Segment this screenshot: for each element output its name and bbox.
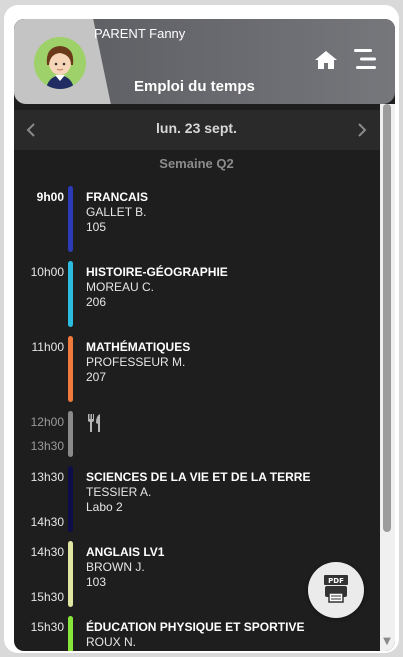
slot-end-time: 13h30 [30, 439, 64, 453]
child-avatar-icon [34, 37, 86, 89]
app-card: PARENT Fanny Emploi du temps lun. 23 sep… [4, 5, 399, 653]
slot-start-time: 9h00 [36, 190, 64, 204]
slot-color-bar [68, 616, 73, 651]
print-icon: PDF [324, 575, 348, 603]
slot-subject: HISTOIRE-GÉOGRAPHIE [86, 265, 228, 279]
lunch-break-slot: 12h00 13h30 [14, 408, 374, 460]
slot-subject: SCIENCES DE LA VIE ET DE LA TERRE [86, 470, 311, 484]
slot-subject: MATHÉMATIQUES [86, 340, 191, 354]
slot-end-time: 15h30 [30, 590, 64, 604]
date-navigation: lun. 23 sept. [14, 110, 395, 150]
slot-start-time: 13h30 [30, 470, 64, 484]
menu-icon [354, 49, 376, 69]
timetable-screen: PARENT Fanny Emploi du temps lun. 23 sep… [14, 19, 395, 651]
slot-subject: ANGLAIS LV1 [86, 545, 165, 559]
schedule-slot[interactable]: 10h00 HISTOIRE-GÉOGRAPHIE MOREAU C. 206 [14, 258, 374, 330]
slot-color-bar [68, 541, 73, 607]
slot-room: Labo 2 [86, 500, 123, 514]
slot-teacher: GALLET B. [86, 205, 147, 219]
slot-room: 105 [86, 220, 107, 234]
print-pdf-button[interactable]: PDF [308, 562, 364, 618]
slot-start-time: 12h00 [30, 415, 64, 429]
chevron-right-icon [358, 123, 367, 137]
slot-teacher: TESSIER A. [86, 485, 152, 499]
slot-color-bar [68, 261, 73, 327]
page-title: Emploi du temps [134, 78, 255, 95]
slot-subject: ÉDUCATION PHYSIQUE ET SPORTIVE [86, 620, 305, 634]
slot-teacher: MOREAU C. [86, 280, 155, 294]
schedule-slot[interactable]: 15h30 ÉDUCATION PHYSIQUE ET SPORTIVE ROU… [14, 613, 374, 651]
slot-room: 103 [86, 575, 107, 589]
fork-knife-icon [86, 413, 104, 433]
avatar[interactable] [34, 37, 86, 89]
schedule-slot[interactable]: 9h00 FRANCAIS GALLET B. 105 [14, 183, 374, 255]
schedule-slot[interactable]: 11h00 MATHÉMATIQUES PROFESSEUR M. 207 [14, 333, 374, 405]
slot-color-bar [68, 411, 73, 457]
slot-start-time: 11h00 [31, 340, 64, 354]
slot-subject: FRANCAIS [86, 190, 148, 204]
menu-button[interactable] [352, 47, 378, 71]
scroll-down-arrow-icon[interactable]: ▼ [381, 636, 393, 648]
home-icon [315, 51, 337, 69]
current-date[interactable]: lun. 23 sept. [14, 120, 379, 136]
home-button[interactable] [314, 49, 338, 71]
slot-room: 207 [86, 370, 107, 384]
scrollbar-thumb[interactable] [383, 104, 391, 532]
pdf-label: PDF [328, 577, 344, 585]
parent-name: PARENT Fanny [94, 26, 186, 41]
week-label: Semaine Q2 [159, 156, 234, 171]
slot-start-time: 15h30 [30, 620, 64, 634]
next-day-button[interactable] [355, 122, 369, 138]
slot-start-time: 14h30 [30, 545, 64, 559]
slot-teacher: PROFESSEUR M. [86, 355, 186, 369]
header: PARENT Fanny Emploi du temps [14, 19, 395, 104]
slot-teacher: BROWN J. [86, 560, 145, 574]
slot-end-time: 14h30 [30, 515, 64, 529]
slot-color-bar [68, 336, 73, 402]
schedule-slot[interactable]: 13h30 SCIENCES DE LA VIE ET DE LA TERRE … [14, 463, 374, 535]
slot-room: 206 [86, 295, 107, 309]
app-frame: PARENT Fanny Emploi du temps lun. 23 sep… [0, 0, 403, 657]
slot-color-bar [68, 186, 73, 252]
slot-start-time: 10h00 [30, 265, 64, 279]
slot-teacher: ROUX N. [86, 635, 137, 649]
slot-color-bar [68, 466, 73, 532]
